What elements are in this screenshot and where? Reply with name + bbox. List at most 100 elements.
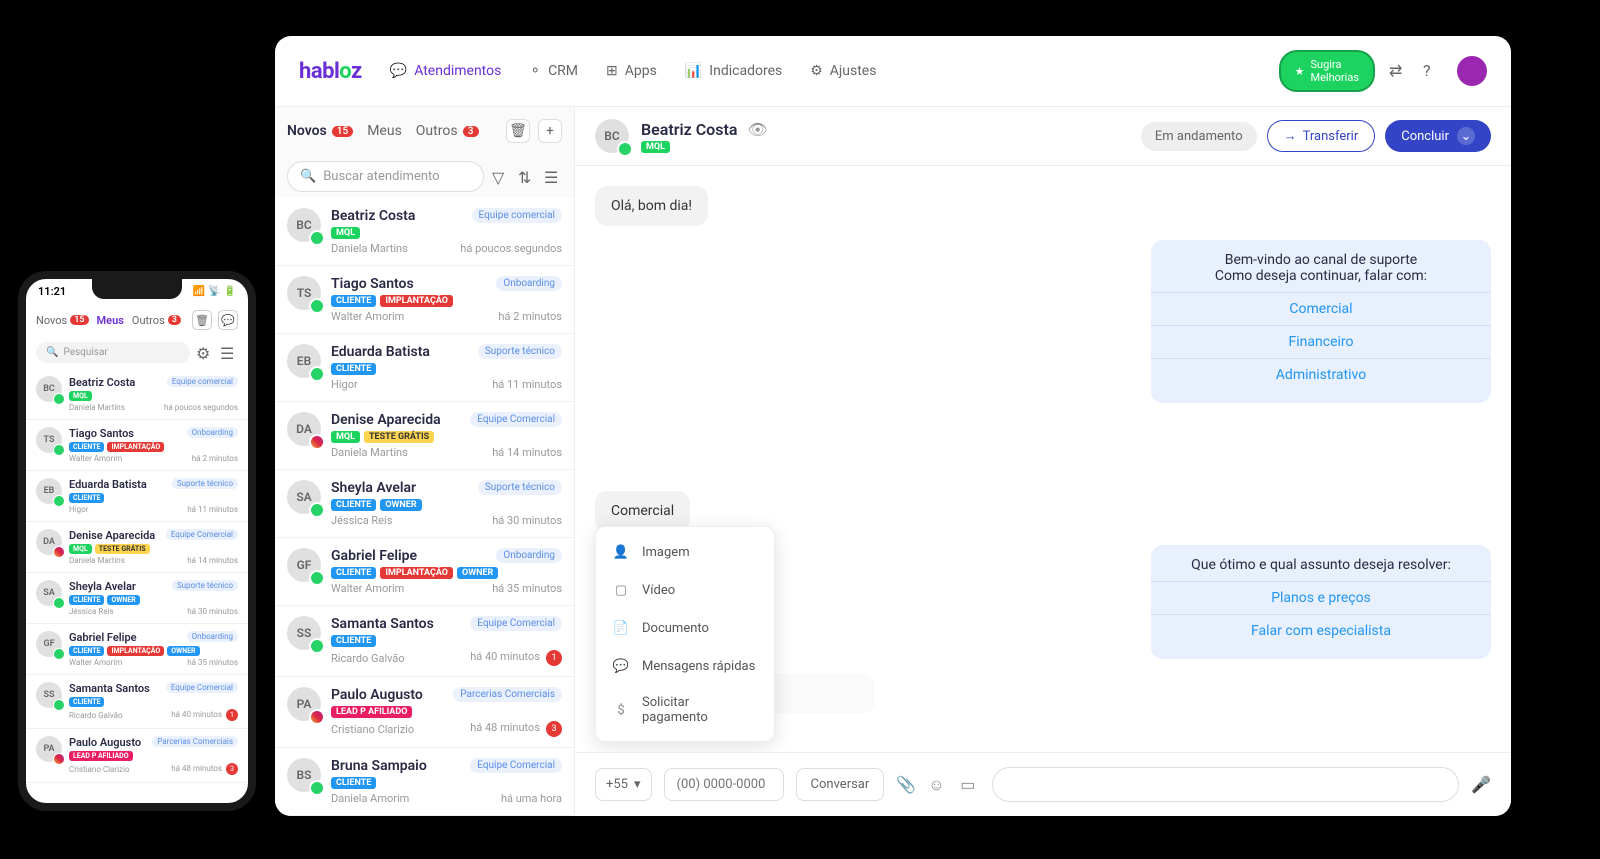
conversar-button[interactable]: Conversar (796, 768, 885, 801)
mobile-conversation-list[interactable]: BC Beatriz Costa Equipe comercial MQL Da… (26, 369, 248, 789)
whatsapp-badge-icon (309, 502, 325, 518)
sidebar-tab-meus[interactable]: Meus (367, 123, 402, 139)
microphone-icon[interactable]: 🎤 (1471, 775, 1491, 795)
conversation-item[interactable]: DA Denise Aparecida Equipe Comercial MQL… (26, 522, 248, 573)
sort-icon[interactable]: ⇅ (518, 168, 536, 186)
conversation-sidebar: Novos 15 Meus Outros 3 🗑 + 🔍 Bus (275, 107, 575, 816)
menu-option-administrativo[interactable]: Administrativo (1151, 358, 1491, 391)
tag-list: MQLTeste Grátis (69, 544, 238, 554)
attachment-icon[interactable]: 📎 (896, 775, 916, 795)
conversation-item[interactable]: TS Tiago Santos Onboarding ClienteImplan… (26, 420, 248, 471)
conversation-item[interactable]: SS Samanta Santos Equipe Comercial Clien… (275, 606, 574, 677)
conclude-button[interactable]: Concluir ⌄ (1385, 120, 1491, 152)
country-code-select[interactable]: +55 ▾ (595, 768, 652, 801)
filter-icon[interactable]: ▽ (492, 168, 510, 186)
chat-messages[interactable]: Olá, bom dia! Bem-vindo ao canal de supo… (575, 166, 1511, 752)
instagram-badge-icon (53, 546, 65, 558)
conversation-item[interactable]: SS Samanta Santos Equipe Comercial Clien… (26, 675, 248, 729)
timestamp: há 14 minutos (187, 556, 238, 565)
status-chip[interactable]: Em andamento (1141, 122, 1257, 151)
message-input[interactable] (992, 767, 1459, 802)
tag-list: Lead P Afiliado (331, 706, 562, 718)
conversation-item[interactable]: BC Beatriz Costa Equipe comercial MQL Da… (275, 198, 574, 266)
attach-image[interactable]: 👤 Imagem (596, 533, 774, 571)
attach-video[interactable]: ▢ Vídeo (596, 571, 774, 609)
mobile-chat-icon[interactable]: 💬 (218, 310, 238, 330)
menu-option-planos[interactable]: Planos e preços (1151, 581, 1491, 614)
phone-input[interactable] (664, 768, 784, 801)
agent-name: Daniela Amorim (331, 792, 409, 805)
logo[interactable]: habloz (299, 59, 362, 84)
nav-apps[interactable]: ⊞ Apps (606, 63, 657, 79)
desktop-app: habloz 💬 Atendimentos ⚬ CRM ⊞ Apps 📊 Ind… (275, 36, 1511, 816)
team-badge: Onboarding (496, 548, 562, 563)
mobile-sort-icon[interactable]: ☰ (220, 344, 238, 362)
conversation-item[interactable]: BS Bruna Sampaio Equipe Comercial Client… (26, 783, 248, 789)
visibility-icon[interactable]: 👁 (747, 120, 767, 139)
conversation-item[interactable]: EB Eduarda Batista Suporte técnico Clien… (26, 471, 248, 522)
sidebar-tab-outros[interactable]: Outros 3 (416, 123, 479, 139)
team-badge: Onboarding (187, 631, 238, 642)
team-badge: Equipe Comercial (470, 412, 562, 427)
conversation-item[interactable]: EB Eduarda Batista Suporte técnico Clien… (275, 334, 574, 402)
suggest-improvements-button[interactable]: ★ Sugira Melhorias (1279, 50, 1375, 92)
menu-option-financeiro[interactable]: Financeiro (1151, 325, 1491, 358)
conversation-item[interactable]: PA Paulo Augusto Parcerias Comerciais Le… (26, 729, 248, 783)
whatsapp-badge-icon (309, 638, 325, 654)
conversation-item[interactable]: PA Paulo Augusto Parcerias Comerciais Le… (275, 677, 574, 748)
sync-icon[interactable]: ⇄ (1389, 61, 1409, 81)
contact-avatar: SA (36, 580, 62, 606)
mobile-filter-icon[interactable]: ⚙ (196, 344, 214, 362)
agent-name: Walter Amorim (69, 454, 122, 463)
search-input[interactable]: 🔍 Buscar atendimento (287, 161, 484, 192)
conversation-item[interactable]: SA Sheyla Avelar Suporte técnico Cliente… (275, 470, 574, 538)
mobile-tab-outros[interactable]: Outros 3 (132, 314, 181, 327)
agent-name: Higor (69, 505, 88, 514)
mobile-tab-meus[interactable]: Meus (97, 314, 124, 327)
nav-indicadores[interactable]: 📊 Indicadores (685, 63, 782, 79)
template-icon[interactable]: ▭ (960, 775, 980, 795)
archive-icon[interactable]: 🗑 (506, 119, 530, 143)
attach-quick-messages[interactable]: 💬 Mensagens rápidas (596, 647, 774, 685)
nav-crm[interactable]: ⚬ CRM (529, 63, 578, 79)
timestamp: há poucos segundos (460, 242, 562, 255)
menu-icon[interactable]: ☰ (544, 168, 562, 186)
attach-payment[interactable]: $ Solicitar pagamento (596, 685, 774, 735)
contact-avatar: DA (287, 412, 321, 446)
add-icon[interactable]: + (538, 119, 562, 143)
contact-name: Beatriz Costa (331, 208, 415, 224)
nav-ajustes[interactable]: ⚙ Ajustes (810, 63, 876, 79)
mobile-search-input[interactable]: 🔍 Pesquisar (36, 342, 190, 363)
whatsapp-badge-icon (309, 366, 325, 382)
menu-option-especialista[interactable]: Falar com especialista (1151, 614, 1491, 647)
contact-name: Gabriel Felipe (69, 631, 137, 644)
transfer-button[interactable]: → Transferir (1267, 120, 1376, 152)
mobile-archive-icon[interactable]: 🗑 (192, 310, 212, 330)
search-icon: 🔍 (300, 169, 316, 184)
timestamp: há 30 minutos (187, 607, 238, 616)
emoji-icon[interactable]: ☺ (928, 775, 948, 795)
conversation-item[interactable]: SA Sheyla Avelar Suporte técnico Cliente… (26, 573, 248, 624)
conversation-item[interactable]: BC Beatriz Costa Equipe comercial MQL Da… (26, 369, 248, 420)
attach-document[interactable]: 📄 Documento (596, 609, 774, 647)
nav-atendimentos[interactable]: 💬 Atendimentos (390, 63, 502, 79)
chat-contact-avatar[interactable]: BC (595, 119, 629, 153)
conversation-item[interactable]: GF Gabriel Felipe Onboarding ClienteImpl… (275, 538, 574, 606)
conversation-item[interactable]: DA Denise Aparecida Equipe Comercial MQL… (275, 402, 574, 470)
mobile-tab-novos[interactable]: Novos 15 (36, 314, 89, 327)
contact-avatar: GF (287, 548, 321, 582)
sidebar-tabs: Novos 15 Meus Outros 3 🗑 + (275, 107, 574, 155)
sidebar-tab-novos[interactable]: Novos 15 (287, 123, 353, 139)
user-avatar[interactable] (1457, 56, 1487, 86)
menu-option-comercial[interactable]: Comercial (1151, 292, 1491, 325)
help-icon[interactable]: ? (1423, 61, 1443, 81)
conversation-list[interactable]: BC Beatriz Costa Equipe comercial MQL Da… (275, 198, 574, 816)
message-outgoing-menu: Bem-vindo ao canal de suporte Como desej… (1151, 240, 1491, 403)
conversation-item[interactable]: TS Tiago Santos Onboarding ClienteImplan… (275, 266, 574, 334)
contact-name: Samanta Santos (331, 616, 434, 632)
conversation-item[interactable]: GF Gabriel Felipe Onboarding ClienteImpl… (26, 624, 248, 675)
contact-name: Denise Aparecida (69, 529, 155, 542)
conversation-item[interactable]: BS Bruna Sampaio Equipe Comercial Client… (275, 748, 574, 816)
contact-name: Sheyla Avelar (69, 580, 136, 593)
contact-name: Bruna Sampaio (331, 758, 427, 774)
